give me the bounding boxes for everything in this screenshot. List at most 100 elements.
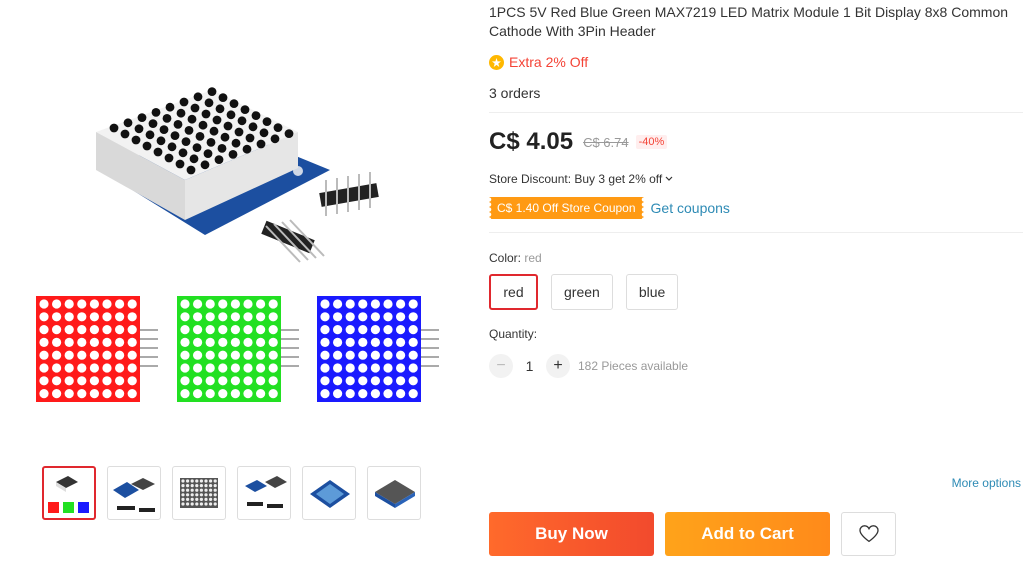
top-led — [151, 108, 161, 117]
red-matrix-led — [39, 312, 49, 322]
thumbnail-strip — [42, 466, 421, 520]
thumb-led — [181, 502, 185, 506]
quantity-available: 182 Pieces available — [578, 359, 689, 373]
red-matrix-led — [52, 312, 62, 322]
red-matrix-led — [77, 363, 87, 373]
thumb-led — [209, 502, 213, 506]
top-led — [259, 128, 269, 138]
top-led — [204, 98, 214, 108]
thumbnail-4[interactable] — [237, 466, 291, 520]
thumbnail-1[interactable] — [42, 466, 96, 520]
more-options-link[interactable]: More options — [952, 476, 1021, 490]
red-matrix-led — [64, 389, 74, 399]
blue-matrix-led — [370, 376, 380, 386]
thumb-image-pcb-angle — [310, 480, 350, 508]
thumbnail-6[interactable] — [367, 466, 421, 520]
coupon-row: C$ 1.40 Off Store Coupon Get coupons — [489, 197, 730, 219]
red-matrix-led — [77, 337, 87, 347]
red-matrix-led — [102, 312, 112, 322]
thumb-led — [204, 502, 208, 506]
red-matrix-led — [52, 350, 62, 360]
red-matrix-led — [115, 363, 125, 373]
color-option-blue[interactable]: blue — [625, 274, 679, 310]
top-led — [176, 108, 186, 118]
blue-matrix-led — [408, 299, 418, 309]
red-matrix-led — [52, 389, 62, 399]
red-matrix-led — [77, 312, 87, 322]
green-matrix-led — [230, 389, 240, 399]
thumbnail-2[interactable] — [107, 466, 161, 520]
top-led — [170, 131, 180, 140]
top-led — [256, 139, 266, 149]
blue-matrix-led — [408, 325, 418, 335]
blue-matrix-led — [345, 350, 355, 360]
green-matrix-led — [180, 363, 190, 373]
thumb-led — [209, 488, 213, 492]
green-matrix-led — [243, 299, 253, 309]
buy-now-button[interactable]: Buy Now — [489, 512, 654, 556]
green-matrix-led — [243, 363, 253, 373]
blue-matrix-led — [370, 389, 380, 399]
green-matrix-led — [180, 389, 190, 399]
blue-matrix-led — [345, 325, 355, 335]
blue-matrix-led — [408, 312, 418, 322]
store-discount[interactable]: Store Discount: Buy 3 get 2% off — [489, 172, 673, 186]
top-led — [200, 160, 210, 170]
green-matrix-led — [268, 325, 278, 335]
thumb-led — [204, 488, 208, 492]
thumbnail-5[interactable] — [302, 466, 356, 520]
green-matrix-led — [256, 389, 266, 399]
store-coupon-label: C$ 1.40 Off Store Coupon — [497, 201, 636, 215]
top-led — [237, 116, 247, 126]
red-matrix-led — [77, 350, 87, 360]
add-to-cart-button[interactable]: Add to Cart — [665, 512, 830, 556]
quantity-increase-button[interactable]: + — [546, 354, 570, 378]
quantity-stepper: − 1 + 182 Pieces available — [489, 354, 688, 378]
top-led — [245, 133, 255, 143]
thumbnail-3[interactable] — [172, 466, 226, 520]
blue-matrix-led — [358, 325, 368, 335]
blue-matrix-led — [383, 350, 393, 360]
green-matrix-led — [193, 376, 203, 386]
blue-matrix-led — [358, 363, 368, 373]
top-led — [192, 143, 202, 152]
red-matrix-led — [102, 325, 112, 335]
thumb-led — [209, 497, 213, 501]
blue-matrix-led — [320, 389, 330, 399]
red-matrix-led — [52, 363, 62, 373]
color-option-red[interactable]: red — [489, 274, 538, 310]
red-matrix-led — [102, 299, 112, 309]
top-led — [142, 141, 152, 151]
main-product-image[interactable] — [30, 20, 460, 452]
green-matrix-led — [243, 389, 253, 399]
red-matrix-led — [102, 376, 112, 386]
green-matrix-led — [205, 312, 215, 322]
red-matrix-led — [77, 325, 87, 335]
color-option-green[interactable]: green — [551, 274, 613, 310]
top-led — [220, 132, 230, 142]
wishlist-button[interactable] — [841, 512, 896, 556]
green-matrix-led — [243, 325, 253, 335]
quantity-value[interactable]: 1 — [513, 358, 546, 374]
extra-discount-label: Extra 2% Off — [509, 54, 589, 70]
red-matrix-led — [64, 337, 74, 347]
divider — [489, 112, 1023, 113]
get-coupons-link[interactable]: Get coupons — [651, 200, 730, 216]
action-buttons: Buy Now Add to Cart — [489, 512, 896, 556]
color-selected-value: red — [524, 251, 542, 265]
blue-matrix-led — [358, 350, 368, 360]
thumb-led — [186, 488, 190, 492]
green-matrix-led — [230, 363, 240, 373]
red-matrix-led — [127, 337, 137, 347]
blue-matrix-led — [383, 376, 393, 386]
blue-matrix-led — [370, 350, 380, 360]
red-matrix-led — [115, 325, 125, 335]
store-coupon-badge[interactable]: C$ 1.40 Off Store Coupon — [489, 197, 644, 219]
red-matrix-led — [77, 389, 87, 399]
quantity-decrease-button[interactable]: − — [489, 354, 513, 378]
top-led — [123, 118, 133, 128]
blue-matrix-led — [408, 363, 418, 373]
red-matrix-body — [36, 296, 140, 402]
red-matrix-led — [64, 350, 74, 360]
red-matrix-led — [102, 337, 112, 347]
